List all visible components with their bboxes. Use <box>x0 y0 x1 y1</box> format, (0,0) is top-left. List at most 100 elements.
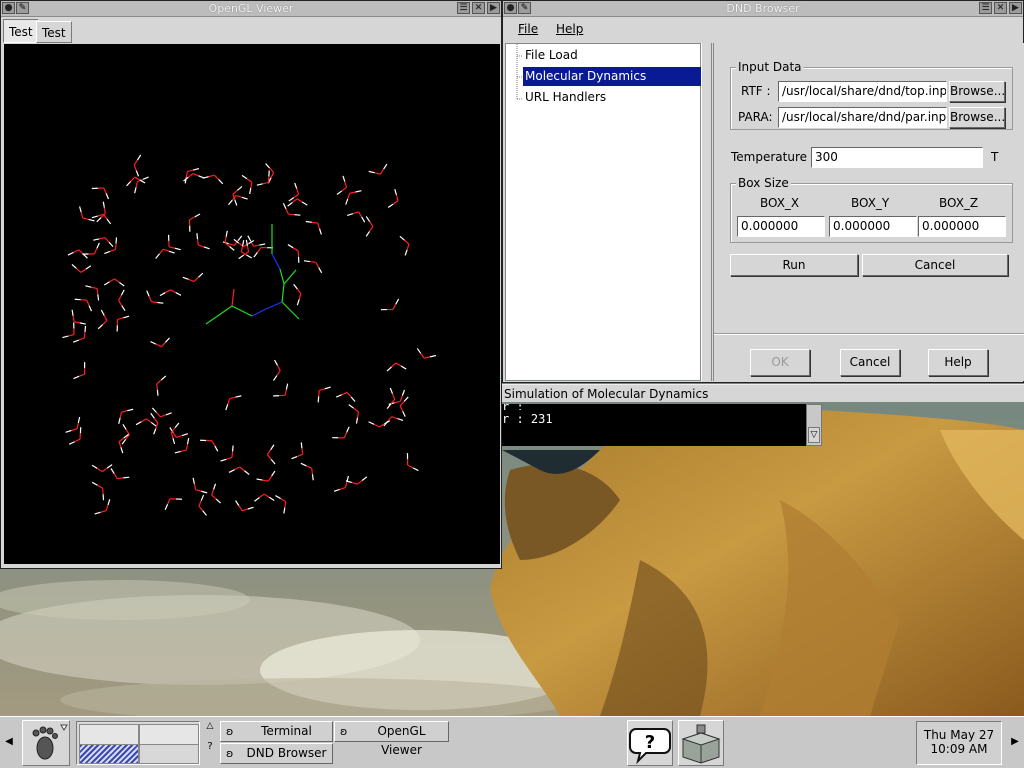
simulation-titlebar[interactable]: Simulation of Molecular Dynamics <box>502 384 1024 402</box>
bond <box>119 411 123 419</box>
tasklist-up-icon[interactable]: △ <box>202 721 218 731</box>
bond <box>311 221 318 224</box>
iconify-icon[interactable]: ✎ <box>518 2 531 14</box>
dnd-browser-window: ● ✎ DND Browser ☰ ✕ ▶ File Help File Loa… <box>502 0 1024 383</box>
cancel-label: Cancel <box>914 258 956 272</box>
cancel-run-button[interactable]: Cancel <box>862 254 1008 276</box>
help-button[interactable]: Help <box>928 349 988 376</box>
gnome-foot-icon <box>32 724 68 760</box>
temperature-input[interactable]: 300 <box>811 147 983 168</box>
bond <box>67 251 74 256</box>
opengl-canvas[interactable] <box>4 44 500 564</box>
tree-item-molecular-dynamics[interactable]: Molecular Dynamics <box>523 67 703 86</box>
temperature-value: 300 <box>815 150 838 164</box>
gnome-panel: ◀ △ ? ʚ Terminal ʚ OpenGL Viewer ʚ DND B… <box>0 716 1024 768</box>
browse-label: Browse... <box>950 110 1006 124</box>
tab-test-2[interactable]: Test <box>36 21 72 43</box>
workspace-pager[interactable] <box>76 721 200 765</box>
shade-icon[interactable]: ☰ <box>979 2 992 14</box>
bond <box>256 247 262 253</box>
bond <box>226 456 233 460</box>
task-terminal[interactable]: ʚ Terminal <box>220 721 333 742</box>
scroll-down-icon[interactable]: ▽ <box>808 427 820 443</box>
para-browse-button[interactable]: Browse... <box>949 107 1005 128</box>
bond <box>339 487 346 491</box>
run-button[interactable]: Run <box>730 254 858 276</box>
help-launcher[interactable]: ? <box>627 720 673 766</box>
bond <box>298 293 302 300</box>
bond <box>296 288 302 295</box>
bond <box>215 498 222 504</box>
panel-hide-left-icon[interactable]: ◀ <box>1 717 17 767</box>
para-input[interactable]: /usr/local/share/dnd/par.inp <box>778 107 947 128</box>
bond <box>72 339 80 343</box>
menu-help[interactable]: Help <box>556 19 583 39</box>
menu-file[interactable]: File <box>518 19 538 39</box>
close-icon[interactable]: ✕ <box>994 2 1007 14</box>
bond <box>346 392 352 398</box>
bond <box>355 417 359 424</box>
main-menu-button[interactable] <box>22 720 70 766</box>
bond <box>123 315 130 319</box>
bond <box>93 248 98 255</box>
bond <box>346 213 354 217</box>
rtf-browse-button[interactable]: Browse... <box>949 81 1005 102</box>
bond <box>318 228 322 235</box>
simulation-output[interactable]: r : r : 231 <box>502 400 806 446</box>
bond <box>346 426 350 433</box>
bond <box>358 211 363 218</box>
window-menu-icon[interactable]: ● <box>504 2 517 14</box>
titlebar[interactable]: ● ✎ DND Browser ☰ ✕ ▶ <box>503 1 1023 17</box>
window-menu-icon[interactable]: ● <box>2 2 15 14</box>
bond <box>352 211 359 215</box>
box-x-value: 0.000000 <box>741 219 799 233</box>
close-icon[interactable]: ✕ <box>472 2 485 14</box>
output-scrollbar[interactable]: ▽ <box>806 404 822 446</box>
pager-workspace-3[interactable] <box>79 744 139 764</box>
tree-item-url-handlers[interactable]: URL Handlers <box>523 88 608 107</box>
arrow-right-icon[interactable]: ▶ <box>1009 2 1022 14</box>
pager-workspace-2[interactable] <box>139 724 199 745</box>
input-data-group: Input Data RTF : /usr/local/share/dnd/to… <box>730 60 1013 130</box>
box-y-input[interactable]: 0.000000 <box>829 216 917 237</box>
bond <box>97 294 100 301</box>
bond <box>174 247 181 251</box>
tree-item-file-load[interactable]: File Load <box>523 46 580 65</box>
shade-icon[interactable]: ☰ <box>457 2 470 14</box>
pager-workspace-4[interactable] <box>139 744 199 764</box>
simulation-title: Simulation of Molecular Dynamics <box>504 387 709 401</box>
panel-hide-right-icon[interactable]: ▶ <box>1007 717 1023 767</box>
separator <box>714 333 1024 335</box>
clock-applet[interactable]: Thu May 27 10:09 AM <box>916 721 1002 765</box>
foot-icon: ʚ <box>226 747 234 760</box>
tasklist-menu-button[interactable]: ? <box>202 741 218 752</box>
bond <box>104 237 110 243</box>
toolbox-launcher[interactable] <box>678 720 724 766</box>
box-z-input[interactable]: 0.000000 <box>918 216 1006 237</box>
tab-test-1[interactable]: Test <box>3 19 39 43</box>
box-y-label: BOX_Y <box>851 196 890 210</box>
bond <box>165 412 172 416</box>
bond <box>275 495 281 500</box>
bond <box>110 468 115 474</box>
pane-splitter[interactable] <box>701 43 712 381</box>
bond <box>167 498 171 505</box>
rtf-input[interactable]: /usr/local/share/dnd/top.inp <box>778 81 947 102</box>
tree-item-label: URL Handlers <box>525 90 607 104</box>
iconify-icon[interactable]: ✎ <box>16 2 29 14</box>
para-value: /usr/local/share/dnd/par.inp <box>782 110 947 124</box>
task-dnd-browser[interactable]: ʚ DND Browser <box>220 743 333 764</box>
bond <box>246 254 253 259</box>
bond <box>311 468 314 475</box>
ok-button[interactable]: OK <box>750 349 810 376</box>
arrow-right-icon[interactable]: ▶ <box>487 2 500 14</box>
task-opengl-viewer[interactable]: ʚ OpenGL Viewer <box>334 721 449 757</box>
bond <box>79 322 86 325</box>
output-line: r : 231 <box>502 412 553 426</box>
titlebar[interactable]: ● ✎ OpenGL Viewer ☰ ✕ ▶ <box>1 1 501 17</box>
box-x-input[interactable]: 0.000000 <box>737 216 825 237</box>
cancel-button[interactable]: Cancel <box>840 349 900 376</box>
bond <box>300 442 303 449</box>
bond <box>118 441 122 448</box>
pager-workspace-1[interactable] <box>79 724 139 745</box>
